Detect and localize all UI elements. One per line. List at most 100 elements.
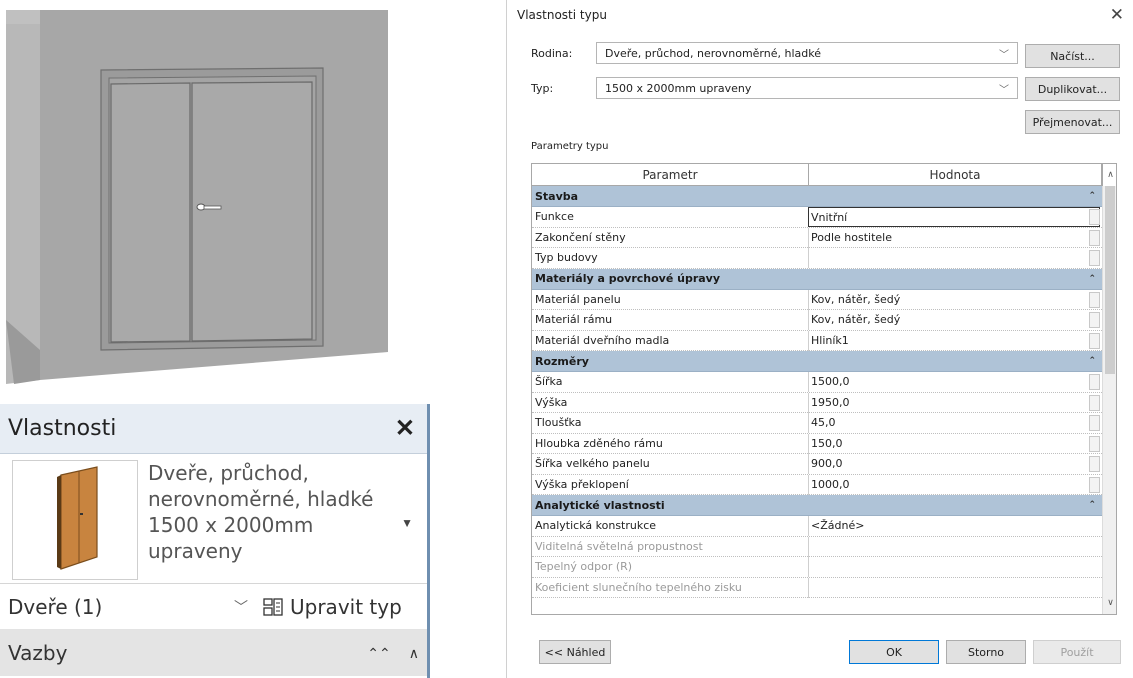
- parameter-row[interactable]: Tepelný odpor (R): [532, 557, 1102, 578]
- type-label: Typ:: [531, 82, 554, 95]
- chevron-down-icon: ﹀: [234, 600, 248, 616]
- parameter-row[interactable]: Hloubka zděného rámu 150,0: [532, 433, 1102, 454]
- instance-row: Dveře (1) ﹀ Upravit typ: [0, 584, 427, 630]
- preview-button[interactable]: << Náhled: [539, 640, 611, 664]
- group-header[interactable]: Stavba ⌃: [532, 186, 1102, 207]
- parameter-row[interactable]: Výška 1950,0: [532, 392, 1102, 413]
- parameter-value[interactable]: [808, 557, 1100, 577]
- properties-palette-header: Vlastnosti ✕: [0, 404, 427, 454]
- parameter-row[interactable]: Materiál rámu Kov, nátěr, šedý: [532, 310, 1102, 331]
- ok-button[interactable]: OK: [849, 640, 939, 664]
- collapse-icon[interactable]: ⌃⌃: [367, 645, 390, 662]
- parameter-name: Tloušťka: [535, 416, 582, 429]
- parameter-name: Analytická konstrukce: [535, 519, 657, 532]
- formula-checkbox[interactable]: [1089, 229, 1100, 246]
- parameter-value[interactable]: [808, 577, 1100, 598]
- family-value: Dveře, průchod, nerovnoměrné, hladké: [605, 46, 821, 60]
- scroll-down-icon[interactable]: ∨: [1103, 594, 1116, 612]
- parameter-name: Materiál rámu: [535, 313, 613, 326]
- parameter-row[interactable]: Šířka 1500,0: [532, 372, 1102, 393]
- column-header-parameter[interactable]: Parametr: [532, 164, 809, 186]
- parameter-value[interactable]: Podle hostitele: [808, 227, 1100, 248]
- parameter-value[interactable]: Kov, nátěr, šedý: [808, 289, 1100, 310]
- dropdown-arrow-icon[interactable]: ▼: [401, 516, 413, 530]
- formula-checkbox[interactable]: [1089, 476, 1100, 493]
- parameter-row[interactable]: Materiál panelu Kov, nátěr, šedý: [532, 289, 1102, 310]
- parameter-row[interactable]: Šířka velkého panelu 900,0: [532, 454, 1102, 475]
- group-header[interactable]: Materiály a povrchové úpravy ⌃: [532, 268, 1102, 290]
- collapse-icon[interactable]: ⌃: [1088, 500, 1096, 510]
- type-selector[interactable]: Dveře, průchod, nerovnoměrné, hladké 150…: [0, 454, 427, 584]
- parameter-row[interactable]: Výška překlopení 1000,0: [532, 474, 1102, 495]
- parameter-value[interactable]: 150,0: [808, 433, 1100, 454]
- group-name: Analytické vlastnosti: [535, 498, 665, 512]
- chevron-down-icon: ﹀: [999, 49, 1009, 61]
- formula-checkbox[interactable]: [1089, 332, 1100, 349]
- parameter-name: Šířka: [535, 375, 563, 388]
- duplicate-button[interactable]: Duplikovat...: [1025, 77, 1120, 101]
- parameter-value[interactable]: 1000,0: [808, 474, 1100, 495]
- parameter-value[interactable]: 1950,0: [808, 392, 1100, 413]
- parameter-name: Materiál dveřního madla: [535, 333, 670, 347]
- parameter-value[interactable]: 45,0: [808, 413, 1100, 433]
- type-name-line-2: nerovnoměrné, hladké: [148, 487, 374, 511]
- collapse-icon[interactable]: ⌃: [1088, 356, 1096, 366]
- parameter-row[interactable]: Viditelná světelná propustnost: [532, 536, 1102, 557]
- parameter-value[interactable]: [808, 248, 1100, 268]
- type-select[interactable]: 1500 x 2000mm upraveny ﹀: [596, 77, 1018, 99]
- family-select[interactable]: Dveře, průchod, nerovnoměrné, hladké ﹀: [596, 42, 1018, 64]
- type-properties-dialog: Vlastnosti typu ✕ Rodina: Dveře, průchod…: [506, 0, 1133, 678]
- parameter-name: Výška překlopení: [535, 477, 629, 491]
- table-body: Stavba ⌃ Funkce Vnitřní Zakončení stěny Podle…: [532, 186, 1102, 598]
- formula-checkbox[interactable]: [1089, 456, 1100, 472]
- column-header-value[interactable]: Hodnota: [809, 164, 1102, 186]
- close-icon[interactable]: ✕: [395, 414, 415, 443]
- formula-checkbox[interactable]: [1089, 209, 1100, 225]
- parameter-value[interactable]: 1500,0: [808, 372, 1100, 392]
- scrollbar-thumb[interactable]: [1105, 186, 1115, 374]
- formula-checkbox[interactable]: [1089, 250, 1100, 266]
- parameter-name: Tepelný odpor (R): [535, 560, 633, 573]
- instance-filter-select[interactable]: Dveře (1) ﹀: [8, 590, 254, 624]
- apply-button: Použít: [1033, 640, 1121, 664]
- parameter-row[interactable]: Typ budovy: [532, 248, 1102, 269]
- parameter-value[interactable]: [808, 536, 1100, 557]
- formula-checkbox[interactable]: [1089, 374, 1100, 390]
- parameter-value[interactable]: Hliník1: [808, 330, 1100, 351]
- rename-button[interactable]: Přejmenovat...: [1025, 110, 1120, 134]
- parameter-value[interactable]: <Žádné>: [808, 516, 1100, 536]
- formula-checkbox[interactable]: [1089, 435, 1100, 452]
- parameter-row[interactable]: Tloušťka 45,0: [532, 413, 1102, 434]
- parameter-row[interactable]: Funkce Vnitřní: [532, 207, 1102, 228]
- 3d-view[interactable]: [0, 0, 392, 384]
- group-header-vazby[interactable]: Vazby ⌃⌃ ∧: [0, 630, 427, 676]
- edit-type-button[interactable]: Upravit typ: [262, 590, 402, 624]
- properties-palette: Vlastnosti ✕ Dveře, průchod, nerovnoměrn…: [0, 404, 430, 678]
- parameter-row[interactable]: Koeficient slunečního tepelného zisku: [532, 577, 1102, 598]
- type-name: Dveře, průchod, nerovnoměrné, hladké 150…: [148, 460, 388, 564]
- load-button[interactable]: Načíst...: [1025, 44, 1120, 68]
- vertical-scrollbar[interactable]: ∧ ∨: [1102, 166, 1116, 614]
- formula-checkbox[interactable]: [1089, 415, 1100, 431]
- parameter-row[interactable]: Zakončení stěny Podle hostitele: [532, 227, 1102, 248]
- parameter-value[interactable]: Vnitřní: [808, 207, 1100, 227]
- type-name-line-1: Dveře, průchod,: [148, 461, 309, 485]
- formula-checkbox[interactable]: [1089, 394, 1100, 411]
- type-parameters-label: Parametry typu: [531, 141, 609, 152]
- parameter-row[interactable]: Materiál dveřního madla Hliník1: [532, 330, 1102, 351]
- collapse-icon[interactable]: ⌃: [1088, 274, 1096, 284]
- family-label: Rodina:: [531, 47, 573, 60]
- parameter-value[interactable]: Kov, nátěr, šedý: [808, 310, 1100, 330]
- cancel-button[interactable]: Storno: [946, 640, 1026, 664]
- formula-checkbox[interactable]: [1089, 312, 1100, 328]
- formula-checkbox[interactable]: [1089, 291, 1100, 308]
- close-icon[interactable]: ✕: [1110, 5, 1124, 25]
- type-parameters-table: Parametr Hodnota = Stavba⌃FunkceVnitřníZ…: [531, 163, 1117, 615]
- collapse-icon[interactable]: ⌃: [1088, 191, 1096, 201]
- group-header[interactable]: Analytické vlastnosti ⌃: [532, 495, 1102, 516]
- scroll-up-icon[interactable]: ∧: [409, 645, 419, 662]
- group-header[interactable]: Rozměry ⌃: [532, 351, 1102, 372]
- scroll-up-icon[interactable]: ∧: [1103, 166, 1116, 184]
- parameter-value[interactable]: 900,0: [808, 454, 1100, 474]
- parameter-row[interactable]: Analytická konstrukce <Žádné>: [532, 516, 1102, 537]
